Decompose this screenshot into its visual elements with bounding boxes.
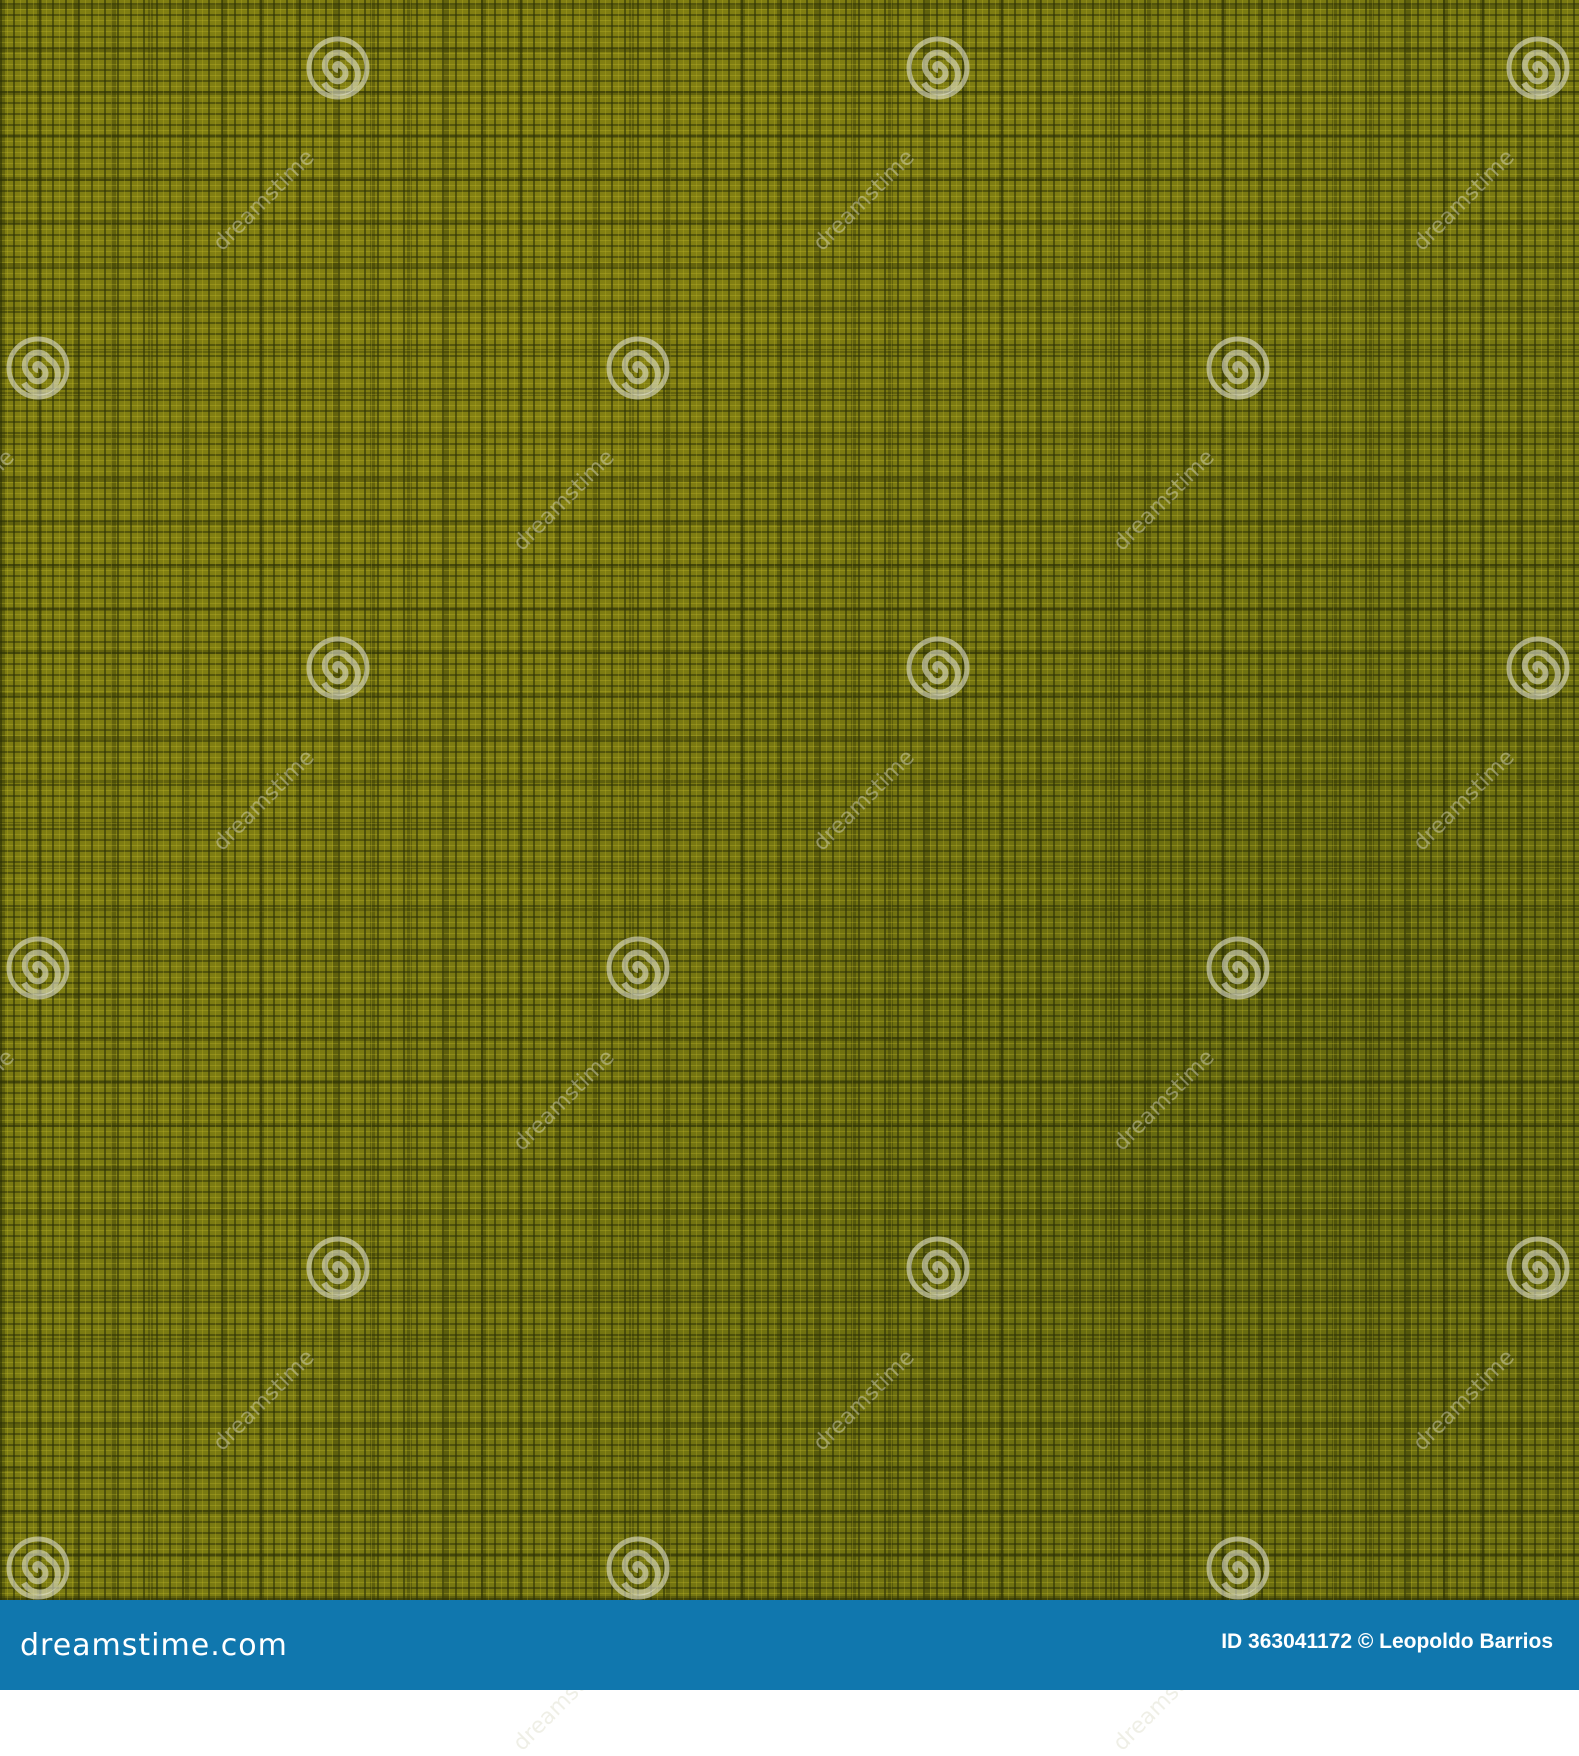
fabric-texture-image: [0, 0, 1579, 1600]
footer-bar: dreamstime.com ID 363041172 © Leopoldo B…: [0, 1600, 1579, 1690]
image-credit: ID 363041172 © Leopoldo Barrios: [1221, 1630, 1553, 1653]
dreamstime-logo[interactable]: dreamstime.com: [20, 1628, 288, 1663]
